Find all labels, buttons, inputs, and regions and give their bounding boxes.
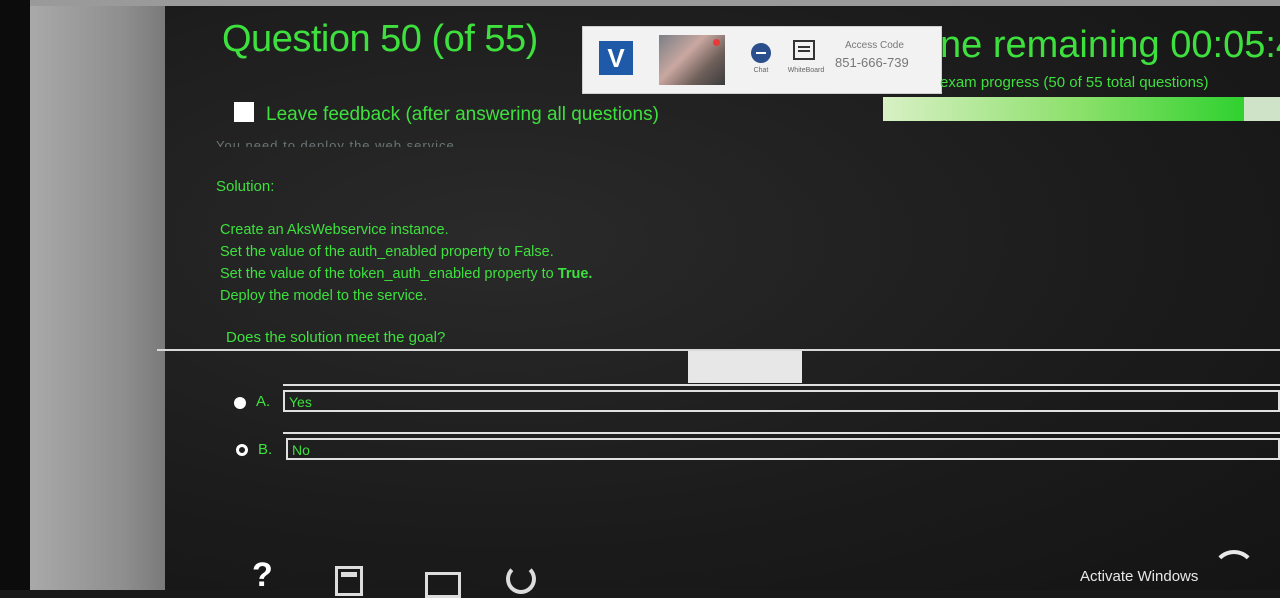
answer-b-letter: B.	[258, 441, 273, 458]
activate-windows-watermark: Activate Windows	[1080, 568, 1199, 585]
answer-a-option[interactable]: Yes	[283, 390, 1280, 412]
whiteboard-icon[interactable]	[793, 40, 815, 60]
access-code-label: Access Code	[845, 40, 904, 51]
whiteboard-label: WhiteBoard	[787, 67, 825, 74]
proctor-logo: V	[599, 41, 633, 75]
webcam-preview	[659, 35, 725, 85]
answer-b-option[interactable]: No	[286, 438, 1280, 460]
answer-a-text: Yes	[289, 394, 312, 410]
answer-b-top-line	[283, 432, 1280, 434]
access-code-value: 851-666-739	[835, 55, 909, 70]
help-icon[interactable]: ?	[252, 556, 273, 595]
answer-a-radio[interactable]	[234, 397, 246, 409]
wifi-icon	[1212, 550, 1256, 594]
answer-b-text: No	[292, 442, 310, 458]
answer-a-letter: A.	[256, 393, 271, 410]
feedback-label: Leave feedback (after answering all ques…	[266, 104, 659, 125]
goal-question: Does the solution meet the goal?	[226, 329, 446, 346]
feedback-checkbox[interactable]	[234, 102, 254, 122]
solution-line-3-text: Set the value of the token_auth_enabled …	[220, 266, 558, 282]
exam-progress-label: exam progress (50 of 55 total questions)	[940, 74, 1209, 91]
proctor-panel: V Chat WhiteBoard Access Code 851-666-73…	[582, 26, 942, 94]
solution-line-1: Create an AksWebservice instance.	[220, 222, 449, 238]
exam-progress-fill	[883, 97, 1244, 121]
scrolled-question-text: You need to deploy the web service.	[216, 138, 460, 147]
solution-line-3: Set the value of the token_auth_enabled …	[220, 266, 592, 282]
monitor-bezel	[0, 0, 30, 590]
window-icon[interactable]	[425, 572, 461, 598]
calculator-icon[interactable]	[335, 566, 363, 596]
app-frame-left	[30, 0, 165, 590]
solution-line-2: Set the value of the auth_enabled proper…	[220, 244, 554, 260]
solution-line-4: Deploy the model to the service.	[220, 288, 428, 304]
question-title: Question 50 (of 55)	[222, 18, 538, 60]
answer-a-top-line	[283, 384, 1280, 386]
time-remaining: ne remaining 00:05:4	[940, 24, 1280, 66]
exam-progress-bar	[883, 97, 1280, 121]
chat-label: Chat	[753, 67, 769, 74]
solution-line-3-bold: True.	[557, 266, 593, 282]
solution-label: Solution:	[216, 178, 275, 195]
recording-dot-icon	[713, 39, 720, 46]
chat-icon[interactable]	[751, 43, 771, 63]
answer-b-radio[interactable]	[236, 444, 248, 456]
glare-box	[688, 351, 802, 383]
